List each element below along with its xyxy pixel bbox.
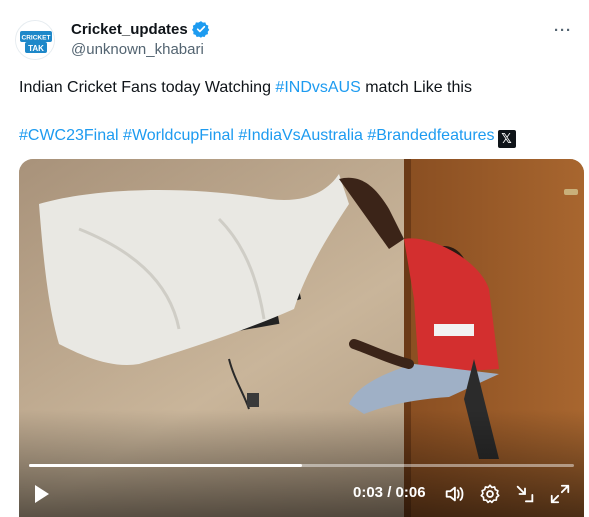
- video-player[interactable]: 0:03 / 0:06: [19, 159, 584, 517]
- avatar-text-bottom: TAK: [28, 44, 44, 53]
- hashtag-worldcupfinal[interactable]: #WorldcupFinal: [123, 127, 234, 144]
- time-separator: /: [387, 484, 392, 501]
- tweet-line-2: #CWC23Final #WorldcupFinal #IndiaVsAustr…: [19, 125, 579, 148]
- minimize-icon[interactable]: [514, 483, 536, 505]
- verified-icon: [191, 20, 210, 38]
- settings-icon[interactable]: [479, 483, 501, 505]
- video-controls: 0:03 / 0:06: [19, 471, 584, 517]
- hashtag-indiavsaustralia[interactable]: #IndiaVsAustralia: [238, 127, 363, 144]
- avatar-text-top: CRICKET: [22, 35, 51, 42]
- display-name[interactable]: Cricket_updates: [71, 21, 188, 38]
- tweet-line-1: Indian Cricket Fans today Watching #INDv…: [19, 77, 579, 99]
- hashtag-indvsaus[interactable]: #INDvsAUS: [275, 79, 360, 96]
- x-logo-icon: 𝕏: [497, 130, 516, 148]
- tweet-text: Indian Cricket Fans today Watching #INDv…: [19, 77, 579, 148]
- hashtag-brandedfeatures[interactable]: #Brandedfeatures: [367, 127, 494, 144]
- more-icon[interactable]: ···: [551, 22, 575, 38]
- avatar[interactable]: CRICKET TAK: [15, 20, 55, 60]
- progress-bar[interactable]: [29, 464, 574, 467]
- author-handle[interactable]: @unknown_khabari: [71, 41, 204, 58]
- fullscreen-icon[interactable]: [549, 483, 571, 505]
- more-label: ···: [554, 21, 572, 39]
- time-display: 0:03 / 0:06: [353, 484, 426, 501]
- tweet-text-prefix: Indian Cricket Fans today Watching: [19, 79, 276, 96]
- play-icon[interactable]: [32, 483, 52, 505]
- duration: 0:06: [395, 484, 426, 501]
- current-time: 0:03: [353, 484, 384, 501]
- progress-fill: [29, 464, 302, 467]
- author-name-row: Cricket_updates: [71, 20, 210, 38]
- tweet-text-suffix: match Like this: [360, 79, 472, 96]
- volume-icon[interactable]: [443, 483, 465, 505]
- hashtag-cwc23final[interactable]: #CWC23Final: [19, 127, 119, 144]
